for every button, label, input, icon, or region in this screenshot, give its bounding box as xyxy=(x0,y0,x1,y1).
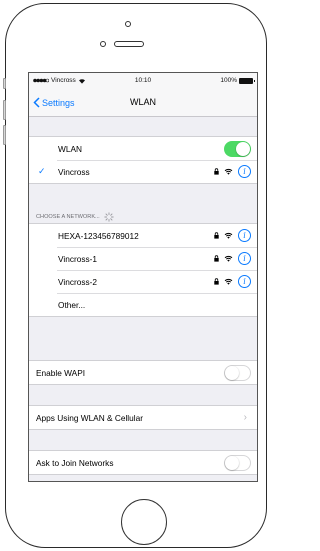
wifi-signal-icon xyxy=(224,278,233,285)
other-label: Other... xyxy=(58,299,86,310)
enable-wapi-label: Enable WAPI xyxy=(36,367,86,378)
network-name: Vincross-2 xyxy=(58,276,98,287)
page-title: WLAN xyxy=(129,97,156,107)
info-icon[interactable]: i xyxy=(238,229,251,242)
connected-network-name: Vincross xyxy=(58,166,90,177)
ask-to-join-group: Ask to Join Networks xyxy=(29,450,257,475)
battery-percent: 100% xyxy=(220,77,237,84)
info-icon[interactable]: i xyxy=(238,252,251,265)
wlan-label: WLAN xyxy=(58,143,82,154)
toggle-knob xyxy=(225,365,239,380)
ask-to-join-toggle[interactable] xyxy=(224,454,251,471)
screen: Vincross 10:10 100% Settings WLAN WLAN ✓… xyxy=(28,72,258,482)
earpiece-speaker xyxy=(114,41,144,47)
apps-using-row[interactable]: Apps Using WLAN & Cellular › xyxy=(29,406,257,429)
wifi-signal-icon xyxy=(224,255,233,262)
enable-wapi-group: Enable WAPI xyxy=(29,360,257,385)
home-button[interactable] xyxy=(121,499,167,545)
volume-down-button xyxy=(3,125,6,145)
other-network-row[interactable]: Other... xyxy=(29,293,257,316)
status-right: 100% xyxy=(220,77,255,84)
checkmark-icon: ✓ xyxy=(38,166,46,176)
toggle-knob xyxy=(236,141,250,156)
network-icons: i xyxy=(214,252,251,265)
enable-wapi-toggle[interactable] xyxy=(224,364,251,381)
enable-wapi-row: Enable WAPI xyxy=(29,361,257,384)
proximity-sensor xyxy=(125,21,131,27)
network-row[interactable]: Vincross-1 i xyxy=(29,247,257,270)
wlan-toggle[interactable] xyxy=(224,140,251,157)
apps-using-group: Apps Using WLAN & Cellular › xyxy=(29,405,257,430)
lock-icon xyxy=(214,255,219,262)
network-row[interactable]: HEXA-123456789012 i xyxy=(29,224,257,247)
mute-switch xyxy=(3,78,6,89)
status-bar: Vincross 10:10 100% xyxy=(29,73,257,89)
network-row[interactable]: Vincross-2 i xyxy=(29,270,257,293)
connected-network-row[interactable]: ✓ Vincross i xyxy=(29,160,257,183)
network-icons: i xyxy=(214,229,251,242)
wlan-toggle-row: WLAN xyxy=(29,137,257,160)
wifi-signal-icon xyxy=(224,232,233,239)
battery-icon xyxy=(239,77,255,84)
network-name: HEXA-123456789012 xyxy=(58,230,139,241)
lock-icon xyxy=(214,232,219,239)
lock-icon xyxy=(214,168,219,175)
ask-to-join-row: Ask to Join Networks xyxy=(29,451,257,474)
apps-using-label: Apps Using WLAN & Cellular xyxy=(36,412,143,423)
volume-up-button xyxy=(3,100,6,120)
network-icons: i xyxy=(214,275,251,288)
wifi-signal-icon xyxy=(224,168,233,175)
network-icons: i xyxy=(214,165,251,178)
choose-network-label: CHOOSE A NETWORK... xyxy=(36,214,100,220)
toggle-knob xyxy=(225,455,239,470)
loading-spinner-icon xyxy=(104,212,114,222)
front-camera xyxy=(100,41,106,47)
phone-frame: Vincross 10:10 100% Settings WLAN WLAN ✓… xyxy=(3,3,267,548)
chevron-right-icon: › xyxy=(243,412,247,423)
info-icon[interactable]: i xyxy=(238,165,251,178)
lock-icon xyxy=(214,278,219,285)
wlan-group: WLAN ✓ Vincross i xyxy=(29,136,257,184)
networks-group: HEXA-123456789012 i Vincross-1 i Vincros… xyxy=(29,223,257,317)
network-name: Vincross-1 xyxy=(58,253,98,264)
nav-bar: Settings WLAN xyxy=(29,89,257,117)
choose-network-header: CHOOSE A NETWORK... xyxy=(36,212,114,222)
info-icon[interactable]: i xyxy=(238,275,251,288)
ask-to-join-label: Ask to Join Networks xyxy=(36,457,114,468)
